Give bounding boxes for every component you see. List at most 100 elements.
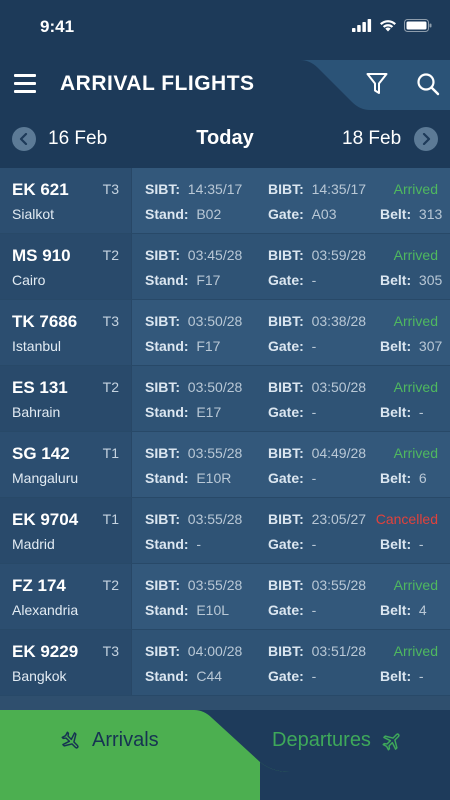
stand-field: Stand: C44 bbox=[145, 668, 222, 684]
flight-row[interactable]: ES 131 T2 Bahrain SIBT: 03:50/28 BIBT: 0… bbox=[0, 366, 450, 432]
flight-number: EK 9704 bbox=[12, 510, 79, 529]
flight-row[interactable]: MS 910 T2 Cairo SIBT: 03:45/28 BIBT: 03:… bbox=[0, 234, 450, 300]
gate-field: Gate: - bbox=[268, 470, 316, 486]
stand-label: Stand: bbox=[145, 272, 189, 288]
sibt-field: SIBT: 03:50/28 bbox=[145, 313, 242, 329]
bibt-field: BIBT: 14:35/17 bbox=[268, 181, 366, 197]
gate-field: Gate: - bbox=[268, 338, 316, 354]
tab-departures[interactable]: Departures bbox=[272, 729, 403, 752]
next-date-button[interactable] bbox=[414, 127, 438, 151]
chevron-right-icon bbox=[422, 133, 431, 145]
next-date-label[interactable]: 18 Feb bbox=[342, 128, 401, 150]
gate-value: - bbox=[311, 404, 317, 420]
bibt-field: BIBT: 03:51/28 bbox=[268, 643, 366, 659]
filter-button[interactable] bbox=[366, 72, 388, 101]
stand-value: E10L bbox=[196, 602, 230, 618]
belt-value: 305 bbox=[418, 272, 443, 288]
origin-city: Mangaluru bbox=[12, 470, 79, 486]
flight-status: Arrived bbox=[393, 313, 438, 329]
belt-field: Belt: 4 bbox=[380, 602, 427, 618]
gate-value: - bbox=[311, 272, 317, 288]
stand-value: F17 bbox=[196, 272, 221, 288]
stand-label: Stand: bbox=[145, 668, 189, 684]
bibt-label: BIBT: bbox=[268, 181, 304, 197]
menu-button[interactable] bbox=[14, 74, 36, 94]
flight-status: Arrived bbox=[393, 379, 438, 395]
belt-field: Belt: - bbox=[380, 536, 424, 552]
sibt-label: SIBT: bbox=[145, 511, 180, 527]
origin-city: Bahrain bbox=[12, 404, 61, 420]
sibt-field: SIBT: 03:50/28 bbox=[145, 379, 242, 395]
bibt-label: BIBT: bbox=[268, 445, 304, 461]
flight-number: TK 7686 bbox=[12, 312, 78, 331]
stand-label: Stand: bbox=[145, 404, 189, 420]
bibt-value: 03:50/28 bbox=[311, 379, 367, 395]
bibt-value: 23:05/27 bbox=[311, 511, 367, 527]
sibt-label: SIBT: bbox=[145, 643, 180, 659]
signal-icon bbox=[352, 19, 372, 32]
sibt-value: 03:55/28 bbox=[187, 577, 243, 593]
origin-city: Alexandria bbox=[12, 602, 79, 618]
belt-field: Belt: 6 bbox=[380, 470, 427, 486]
stand-label: Stand: bbox=[145, 536, 189, 552]
sibt-value: 03:55/28 bbox=[187, 511, 243, 527]
gate-value: - bbox=[311, 338, 317, 354]
stand-value: - bbox=[196, 536, 202, 552]
sibt-field: SIBT: 04:00/28 bbox=[145, 643, 242, 659]
bibt-field: BIBT: 04:49/28 bbox=[268, 445, 366, 461]
belt-label: Belt: bbox=[380, 272, 412, 288]
gate-label: Gate: bbox=[268, 668, 304, 684]
belt-value: 4 bbox=[418, 602, 427, 618]
belt-label: Belt: bbox=[380, 470, 412, 486]
active-tab-shape bbox=[0, 710, 450, 800]
filter-icon bbox=[366, 73, 388, 94]
flight-summary: MS 910 T2 Cairo bbox=[0, 234, 132, 300]
plane-landing-icon bbox=[61, 731, 79, 749]
flight-row[interactable]: FZ 174 T2 Alexandria SIBT: 03:55/28 BIBT… bbox=[0, 564, 450, 630]
gate-field: Gate: - bbox=[268, 602, 316, 618]
sibt-field: SIBT: 03:55/28 bbox=[145, 445, 242, 461]
sibt-value: 14:35/17 bbox=[187, 181, 243, 197]
flight-status: Arrived bbox=[393, 577, 438, 593]
sibt-value: 03:55/28 bbox=[187, 445, 243, 461]
flight-row[interactable]: TK 7686 T3 Istanbul SIBT: 03:50/28 BIBT:… bbox=[0, 300, 450, 366]
stand-field: Stand: E17 bbox=[145, 404, 221, 420]
flight-row[interactable]: EK 9704 T1 Madrid SIBT: 03:55/28 BIBT: 2… bbox=[0, 498, 450, 564]
bibt-field: BIBT: 03:55/28 bbox=[268, 577, 366, 593]
sibt-value: 03:50/28 bbox=[187, 313, 243, 329]
search-icon bbox=[417, 73, 440, 96]
flight-row[interactable]: SG 142 T1 Mangaluru SIBT: 03:55/28 BIBT:… bbox=[0, 432, 450, 498]
bibt-label: BIBT: bbox=[268, 313, 304, 329]
belt-field: Belt: 313 bbox=[380, 206, 442, 222]
sibt-label: SIBT: bbox=[145, 247, 180, 263]
flight-status: Arrived bbox=[393, 181, 438, 197]
flight-row[interactable]: EK 9229 T3 Bangkok SIBT: 04:00/28 BIBT: … bbox=[0, 630, 450, 696]
gate-label: Gate: bbox=[268, 206, 304, 222]
tab-arrivals-label: Arrivals bbox=[92, 729, 159, 751]
belt-value: 6 bbox=[418, 470, 427, 486]
flight-status: Arrived bbox=[393, 643, 438, 659]
search-button[interactable] bbox=[416, 72, 440, 101]
gate-field: Gate: - bbox=[268, 668, 316, 684]
belt-label: Belt: bbox=[380, 206, 412, 222]
belt-value: - bbox=[418, 404, 424, 420]
status-time: 9:41 bbox=[40, 17, 75, 36]
tab-arrivals[interactable]: Arrivals bbox=[60, 729, 159, 752]
gate-field: Gate: A03 bbox=[268, 206, 337, 222]
stand-value: F17 bbox=[196, 338, 221, 354]
terminal: T1 bbox=[102, 445, 119, 461]
gate-field: Gate: - bbox=[268, 404, 316, 420]
stand-value: B02 bbox=[196, 206, 222, 222]
terminal: T3 bbox=[102, 313, 119, 329]
terminal: T2 bbox=[102, 247, 119, 263]
flight-row[interactable]: EK 621 T3 Sialkot SIBT: 14:35/17 BIBT: 1… bbox=[0, 168, 450, 234]
belt-value: - bbox=[418, 668, 424, 684]
flight-summary: EK 9704 T1 Madrid bbox=[0, 498, 132, 564]
flight-status: Arrived bbox=[393, 445, 438, 461]
gate-label: Gate: bbox=[268, 470, 304, 486]
flight-summary: EK 9229 T3 Bangkok bbox=[0, 630, 132, 696]
flight-number: ES 131 bbox=[12, 378, 68, 397]
bibt-field: BIBT: 03:59/28 bbox=[268, 247, 366, 263]
bibt-label: BIBT: bbox=[268, 247, 304, 263]
belt-field: Belt: 305 bbox=[380, 272, 442, 288]
